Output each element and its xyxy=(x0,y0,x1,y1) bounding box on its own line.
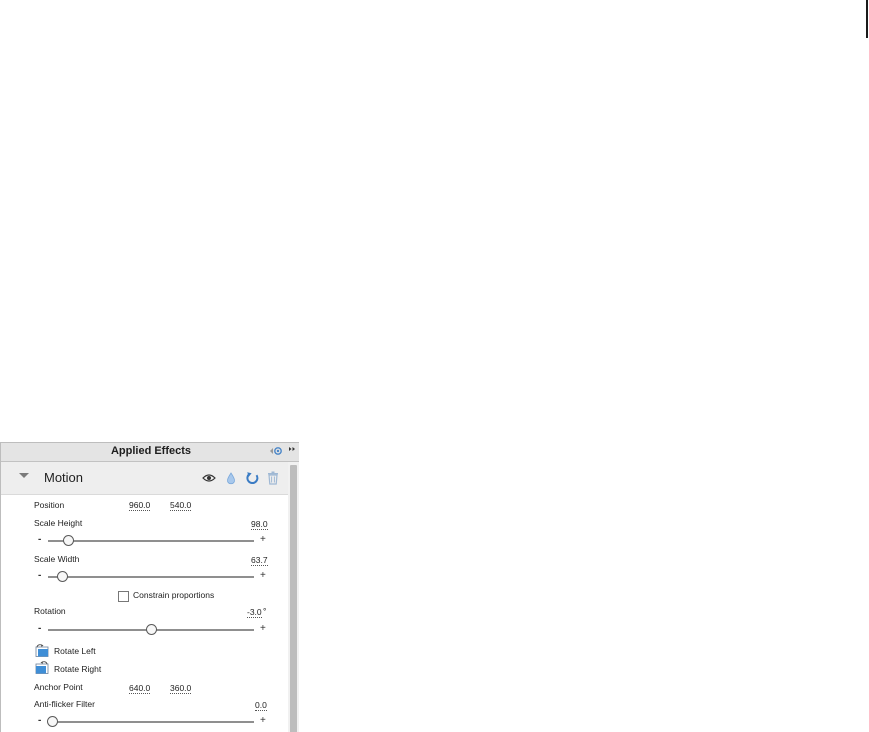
delete-effect-button[interactable] xyxy=(266,469,280,487)
anchor-point-x-value[interactable]: 640.0 xyxy=(129,683,151,694)
panel-options-button[interactable] xyxy=(269,445,283,460)
drop-icon xyxy=(227,471,235,484)
motion-properties: Position 960.0 540.0 Scale Height 98.0 -… xyxy=(1,495,288,732)
anti-flicker-value[interactable]: 0.0 xyxy=(255,700,267,711)
position-y-value[interactable]: 540.0 xyxy=(170,500,192,511)
rotation-minus[interactable]: - xyxy=(38,623,41,634)
reset-effect-button[interactable] xyxy=(244,469,260,487)
keyframe-button[interactable] xyxy=(225,469,237,487)
scale-height-value[interactable]: 98.0 xyxy=(251,519,268,530)
rotation-value[interactable]: -3.0 xyxy=(247,607,262,618)
trash-icon xyxy=(268,471,278,485)
rotate-left-button[interactable] xyxy=(35,644,49,657)
effect-header-motion[interactable]: Motion xyxy=(1,462,288,495)
scale-height-slider-track[interactable] xyxy=(48,540,254,542)
rotate-left-label[interactable]: Rotate Left xyxy=(54,646,96,656)
constrain-proportions-checkbox[interactable] xyxy=(118,591,129,602)
disclosure-triangle-icon[interactable] xyxy=(19,473,29,478)
position-x-value[interactable]: 960.0 xyxy=(129,500,151,511)
scrollbar-thumb[interactable] xyxy=(290,465,297,732)
reset-icon xyxy=(245,471,258,484)
anti-flicker-slider-track[interactable] xyxy=(48,721,254,723)
top-edge-divider xyxy=(866,0,868,38)
constrain-proportions-label: Constrain proportions xyxy=(133,590,215,600)
toggle-visibility-button[interactable] xyxy=(201,469,217,487)
double-chevron-right-icon xyxy=(289,447,295,451)
anti-flicker-slider-knob[interactable] xyxy=(46,716,58,727)
eye-icon xyxy=(202,474,216,482)
rotate-right-button[interactable] xyxy=(35,661,49,674)
applied-effects-panel: Applied Effects Motion Position 960.0 54… xyxy=(0,442,299,732)
rotate-left-icon xyxy=(35,644,49,657)
rotate-right-icon xyxy=(35,661,49,674)
rotation-label: Rotation xyxy=(34,606,66,616)
scale-height-slider-knob[interactable] xyxy=(63,535,75,546)
scale-height-plus[interactable]: + xyxy=(260,534,266,545)
anchor-point-label: Anchor Point xyxy=(34,682,83,692)
rotation-plus[interactable]: + xyxy=(260,623,266,634)
effect-name: Motion xyxy=(44,470,84,485)
anchor-point-y-value[interactable]: 360.0 xyxy=(170,683,192,694)
scale-width-minus[interactable]: - xyxy=(38,570,41,581)
position-label: Position xyxy=(34,500,65,510)
rotation-unit: ° xyxy=(263,606,267,616)
panel-expand-button[interactable] xyxy=(287,444,297,457)
panel-header: Applied Effects xyxy=(1,443,299,462)
scale-width-value[interactable]: 63.7 xyxy=(251,555,268,566)
rotation-slider-knob[interactable] xyxy=(145,624,157,635)
anti-flicker-label: Anti-flicker Filter xyxy=(34,699,95,709)
anti-flicker-minus[interactable]: - xyxy=(38,715,41,726)
anti-flicker-plus[interactable]: + xyxy=(260,715,266,726)
scale-width-slider-track[interactable] xyxy=(48,576,254,578)
panel-options-icon xyxy=(270,447,282,455)
panel-title: Applied Effects xyxy=(110,445,192,457)
scale-width-slider-knob[interactable] xyxy=(56,571,68,582)
scale-height-label: Scale Height xyxy=(34,518,83,528)
scale-height-minus[interactable]: - xyxy=(38,534,41,545)
scale-width-plus[interactable]: + xyxy=(260,570,266,581)
rotate-right-label[interactable]: Rotate Right xyxy=(54,664,101,674)
scale-width-label: Scale Width xyxy=(34,554,80,564)
